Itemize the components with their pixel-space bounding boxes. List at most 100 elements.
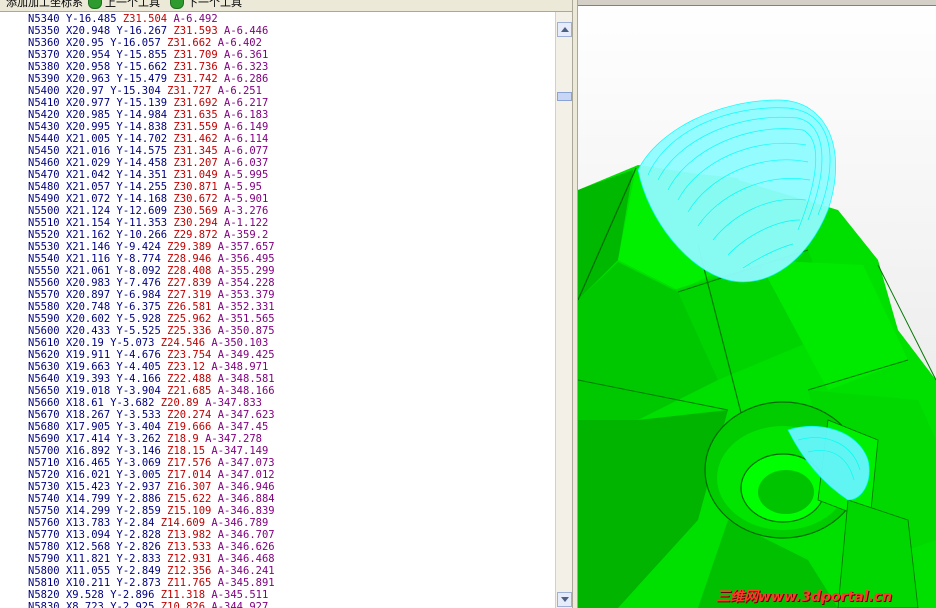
nc-line[interactable]: N5830 X8.723 Y-2.925 Z10.826 A-344.927 [28, 601, 268, 608]
nc-line[interactable]: N5590 X20.602 Y-5.928 Z25.962 A-351.565 [28, 313, 275, 325]
nc-line[interactable]: N5790 X11.821 Y-2.833 Z12.931 A-346.468 [28, 553, 275, 565]
x-word: X20.985 [65, 109, 111, 121]
next-tool-button[interactable]: 下一个工具 [170, 0, 242, 10]
x-word: X20.958 [65, 61, 111, 73]
y-word: Y-14.984 [116, 109, 168, 121]
nc-line[interactable]: N5560 X20.983 Y-7.476 Z27.839 A-354.228 [28, 277, 275, 289]
nc-line[interactable]: N5620 X19.911 Y-4.676 Z23.754 A-349.425 [28, 349, 275, 361]
nc-line[interactable]: N5660 X18.61 Y-3.682 Z20.89 A-347.833 [28, 397, 262, 409]
y-word: Y-7.476 [116, 277, 161, 289]
z-word: Z10.826 [160, 601, 206, 608]
nc-line[interactable]: N5610 X20.19 Y-5.073 Z24.546 A-350.103 [28, 337, 268, 349]
nc-line[interactable]: N5740 X14.799 Y-2.886 Z15.622 A-346.884 [28, 493, 275, 505]
x-word: X20.977 [65, 97, 111, 109]
block-number: N5570 [28, 289, 60, 301]
scroll-up-button[interactable] [557, 22, 572, 37]
nc-line[interactable]: N5820 X9.528 Y-2.896 Z11.318 A-345.511 [28, 589, 268, 601]
a-word: A-346.789 [211, 517, 269, 529]
block-number: N5650 [28, 385, 60, 397]
z-word: Z31.742 [173, 73, 218, 85]
nc-line[interactable]: N5410 X20.977 Y-15.139 Z31.692 A-6.217 [28, 97, 268, 109]
y-word: Y-2.873 [116, 577, 161, 589]
nc-line[interactable]: N5480 X21.057 Y-14.255 Z30.871 A-5.95 [28, 181, 262, 193]
nc-line[interactable]: N5780 X12.568 Y-2.826 Z13.533 A-346.626 [28, 541, 275, 553]
x-word: X18.267 [65, 409, 111, 421]
block-number: N5450 [28, 145, 60, 157]
y-word: Y-4.676 [116, 349, 161, 361]
a-word: A-5.995 [224, 169, 269, 181]
z-word: Z24.546 [160, 337, 206, 349]
a-word: A-347.012 [217, 469, 275, 481]
nc-line[interactable]: N5640 X19.393 Y-4.166 Z22.488 A-348.581 [28, 373, 275, 385]
nc-line[interactable]: N5520 X21.162 Y-10.266 Z29.872 A-359.2 [28, 229, 268, 241]
nc-line[interactable]: N5730 X15.423 Y-2.937 Z16.307 A-346.946 [28, 481, 275, 493]
z-word: Z31.692 [173, 97, 218, 109]
y-word: Y-15.662 [116, 61, 168, 73]
nc-line[interactable]: N5800 X11.055 Y-2.849 Z12.356 A-346.241 [28, 565, 275, 577]
x-word: X20.963 [65, 73, 111, 85]
nc-line[interactable]: N5530 X21.146 Y-9.424 Z29.389 A-357.657 [28, 241, 275, 253]
nc-line[interactable]: N5470 X21.042 Y-14.351 Z31.049 A-5.995 [28, 169, 268, 181]
nc-line[interactable]: N5400 X20.97 Y-15.304 Z31.727 A-6.251 [28, 85, 262, 97]
nc-line[interactable]: N5430 X20.995 Y-14.838 Z31.559 A-6.149 [28, 121, 268, 133]
nc-line[interactable]: N5490 X21.072 Y-14.168 Z30.672 A-5.901 [28, 193, 268, 205]
nc-line[interactable]: N5580 X20.748 Y-6.375 Z26.581 A-352.331 [28, 301, 275, 313]
nc-line[interactable]: N5550 X21.061 Y-8.092 Z28.408 A-355.299 [28, 265, 275, 277]
scroll-thumb[interactable] [557, 92, 572, 101]
x-word: X19.393 [65, 373, 111, 385]
nc-line[interactable]: N5340 Y-16.485 Z31.504 A-6.492 [28, 13, 218, 25]
nc-line[interactable]: N5370 X20.954 Y-15.855 Z31.709 A-6.361 [28, 49, 268, 61]
block-number: N5610 [28, 337, 60, 349]
x-word: X17.905 [65, 421, 111, 433]
x-word: X16.021 [65, 469, 111, 481]
editor-vertical-scrollbar[interactable] [555, 12, 573, 608]
nc-line[interactable]: N5630 X19.663 Y-4.405 Z23.12 A-348.971 [28, 361, 268, 373]
nc-line[interactable]: N5650 X19.018 Y-3.904 Z21.685 A-348.166 [28, 385, 275, 397]
nc-line[interactable]: N5810 X10.211 Y-2.873 Z11.765 A-345.891 [28, 577, 275, 589]
3d-viewport[interactable] [578, 0, 936, 608]
nc-line[interactable]: N5760 X13.783 Y-2.84 Z14.609 A-346.789 [28, 517, 268, 529]
nc-line[interactable]: N5460 X21.029 Y-14.458 Z31.207 A-6.037 [28, 157, 268, 169]
x-word: X20.897 [65, 289, 111, 301]
nc-line[interactable]: N5710 X16.465 Y-3.069 Z17.576 A-347.073 [28, 457, 275, 469]
block-number: N5440 [28, 133, 60, 145]
scroll-down-button[interactable] [557, 592, 572, 607]
nc-line[interactable]: N5670 X18.267 Y-3.533 Z20.274 A-347.623 [28, 409, 275, 421]
prev-tool-button[interactable]: 上一个工具 [88, 0, 160, 10]
nc-line[interactable]: N5680 X17.905 Y-3.404 Z19.666 A-347.45 [28, 421, 268, 433]
block-number: N5680 [28, 421, 60, 433]
nc-line[interactable]: N5420 X20.985 Y-14.984 Z31.635 A-6.183 [28, 109, 268, 121]
y-word: Y-14.351 [116, 169, 168, 181]
a-word: A-6.183 [224, 109, 269, 121]
nc-line[interactable]: N5540 X21.116 Y-8.774 Z28.946 A-356.495 [28, 253, 275, 265]
a-word: A-346.468 [217, 553, 275, 565]
nc-line[interactable]: N5750 X14.299 Y-2.859 Z15.109 A-346.839 [28, 505, 275, 517]
a-word: A-6.114 [224, 133, 269, 145]
nc-line[interactable]: N5450 X21.016 Y-14.575 Z31.345 A-6.077 [28, 145, 268, 157]
nc-line[interactable]: N5720 X16.021 Y-3.005 Z17.014 A-347.012 [28, 469, 275, 481]
nc-line[interactable]: N5500 X21.124 Y-12.609 Z30.569 A-3.276 [28, 205, 268, 217]
z-word: Z13.533 [167, 541, 212, 553]
y-word: Y-5.073 [110, 337, 155, 349]
a-word: A-6.446 [224, 25, 269, 37]
nc-line[interactable]: N5510 X21.154 Y-11.353 Z30.294 A-1.122 [28, 217, 268, 229]
nc-line[interactable]: N5770 X13.094 Y-2.828 Z13.982 A-346.707 [28, 529, 275, 541]
block-number: N5500 [28, 205, 60, 217]
nc-line[interactable]: N5360 X20.95 Y-16.057 Z31.662 A-6.402 [28, 37, 262, 49]
a-word: A-6.323 [224, 61, 269, 73]
nc-line[interactable]: N5700 X16.892 Y-3.146 Z18.15 A-347.149 [28, 445, 268, 457]
z-word: Z11.765 [167, 577, 212, 589]
y-word: Y-15.139 [116, 97, 168, 109]
nc-line[interactable]: N5390 X20.963 Y-15.479 Z31.742 A-6.286 [28, 73, 268, 85]
nc-line[interactable]: N5380 X20.958 Y-15.662 Z31.736 A-6.323 [28, 61, 268, 73]
z-word: Z21.685 [167, 385, 212, 397]
nc-line[interactable]: N5690 X17.414 Y-3.262 Z18.9 A-347.278 [28, 433, 262, 445]
a-word: A-356.495 [217, 253, 275, 265]
nc-line[interactable]: N5350 X20.948 Y-16.267 Z31.593 A-6.446 [28, 25, 268, 37]
nc-code-editor[interactable]: N5340 Y-16.485 Z31.504 A-6.492 N5350 X20.… [0, 12, 555, 608]
z-word: Z20.89 [160, 397, 199, 409]
nc-line[interactable]: N5440 X21.005 Y-14.702 Z31.462 A-6.114 [28, 133, 268, 145]
nc-line[interactable]: N5570 X20.897 Y-6.984 Z27.319 A-353.379 [28, 289, 275, 301]
nc-line[interactable]: N5600 X20.433 Y-5.525 Z25.336 A-350.875 [28, 325, 275, 337]
block-number: N5390 [28, 73, 60, 85]
